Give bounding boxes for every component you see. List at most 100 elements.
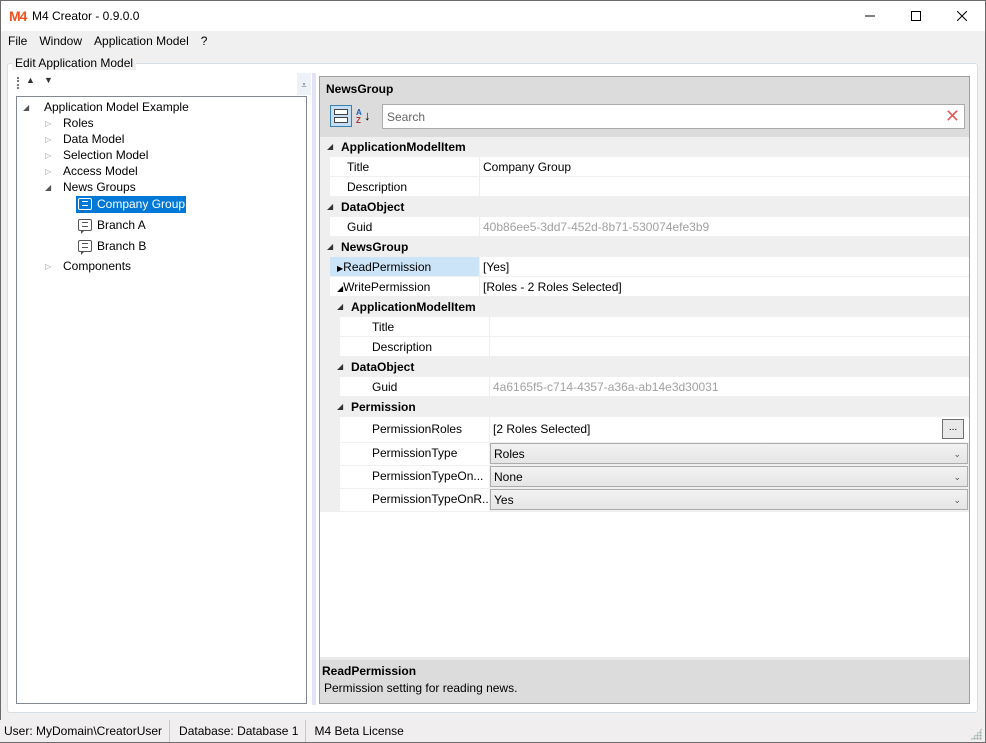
edit-roles-button[interactable]: ... xyxy=(942,419,964,439)
tree-node-news-groups[interactable]: ◢ News Groups xyxy=(45,179,136,196)
status-database: Database: Database 1 xyxy=(170,720,307,742)
menu-bar: File Window Application Model ? xyxy=(1,31,985,51)
collapse-icon[interactable]: ◢ xyxy=(327,137,333,157)
collapsed-arrow-icon[interactable]: ▷ xyxy=(45,163,51,180)
panel-splitter[interactable] xyxy=(312,73,316,705)
permission-type-select[interactable]: Roles ⌄ xyxy=(490,443,968,464)
prop-write-permission-value[interactable]: [Roles - 2 Roles Selected] xyxy=(480,277,969,296)
expanded-arrow-icon[interactable]: ◢ xyxy=(45,179,51,196)
tree-toolbar: ▲ ▼ ⩡ xyxy=(14,73,312,95)
toolbar-grip-icon[interactable] xyxy=(17,77,19,89)
property-search-input[interactable] xyxy=(383,105,923,128)
minimize-icon xyxy=(865,15,875,17)
prop-guid[interactable]: Guid 40b86ee5-3dd7-452d-8b71-530074efe3b… xyxy=(320,217,969,237)
close-button[interactable] xyxy=(939,1,985,31)
property-grid-header: NewsGroup A Z ↓ ✕ xyxy=(320,77,969,145)
prop-read-permission-name: ▶ReadPermission xyxy=(330,257,479,276)
status-bar: User: MyDomain\CreatorUser Database: Dat… xyxy=(0,720,984,742)
prop-permission-type-on-r[interactable]: PermissionTypeOnR... Yes ⌄ xyxy=(320,489,969,512)
prop-permission-roles-value[interactable]: [2 Roles Selected] ... xyxy=(490,417,969,442)
collapse-icon[interactable]: ◢ xyxy=(327,197,333,217)
permission-type-on-r-select[interactable]: Yes ⌄ xyxy=(490,489,968,510)
clear-search-icon[interactable]: ✕ xyxy=(945,106,960,126)
move-up-button[interactable]: ▲ xyxy=(26,75,35,85)
property-grid-title: NewsGroup xyxy=(326,82,394,96)
group-label: Edit Application Model xyxy=(12,56,137,70)
tree-node-branch-a[interactable]: Branch A xyxy=(76,217,146,234)
menu-file[interactable]: File xyxy=(1,31,32,51)
prop-description[interactable]: Description xyxy=(320,177,969,197)
description-title: ReadPermission xyxy=(322,664,417,678)
category-data-object[interactable]: ◢ DataObject xyxy=(320,197,969,217)
prop-nested-title-value[interactable] xyxy=(490,317,969,336)
menu-help[interactable]: ? xyxy=(194,31,213,51)
news-group-icon xyxy=(78,219,92,234)
collapsed-arrow-icon[interactable]: ▷ xyxy=(45,131,51,148)
category-nested-application-model-item[interactable]: ◢ ApplicationModelItem xyxy=(320,297,969,317)
category-news-group[interactable]: ◢ NewsGroup xyxy=(320,237,969,257)
sort-arrow-icon: ↓ xyxy=(364,108,371,123)
category-permission[interactable]: ◢ Permission xyxy=(320,397,969,417)
property-description-panel: ReadPermission Permission setting for re… xyxy=(320,657,969,703)
prop-write-permission-name: ◢WritePermission xyxy=(330,277,479,296)
prop-nested-guid[interactable]: Guid 4a6165f5-c714-4357-a36a-ab14e3d3003… xyxy=(320,377,969,397)
application-model-tree: ◢ Application Model Example ▷ Roles ▷ Da… xyxy=(16,96,307,704)
collapse-icon[interactable]: ◢ xyxy=(337,397,343,417)
menu-window[interactable]: Window xyxy=(32,31,87,51)
status-user: User: MyDomain\CreatorUser xyxy=(0,720,171,742)
permission-type-on-select[interactable]: None ⌄ xyxy=(490,466,968,487)
tree-node-root[interactable]: ◢ Application Model Example xyxy=(23,99,189,116)
prop-permission-roles[interactable]: PermissionRoles [2 Roles Selected] ... xyxy=(320,417,969,443)
collapse-icon[interactable]: ◢ xyxy=(327,237,333,257)
collapsed-arrow-icon[interactable]: ▷ xyxy=(45,147,51,164)
maximize-icon xyxy=(911,11,921,21)
property-rows: ◢ ApplicationModelItem Title Company Gro… xyxy=(320,137,969,512)
categorized-view-button[interactable] xyxy=(330,105,352,127)
tree-node-components[interactable]: ▷ Components xyxy=(45,258,131,275)
prop-title-value[interactable]: Company Group xyxy=(480,157,969,176)
collapse-icon[interactable]: ◢ xyxy=(337,357,343,377)
description-text: Permission setting for reading news. xyxy=(324,681,518,695)
tree-node-selection-model[interactable]: ▷ Selection Model xyxy=(45,147,148,164)
prop-permission-type[interactable]: PermissionType Roles ⌄ xyxy=(320,443,969,466)
prop-nested-description[interactable]: Description xyxy=(320,337,969,357)
sort-az-icon-part: Z xyxy=(356,116,361,125)
prop-nested-description-value[interactable] xyxy=(490,337,969,356)
category-application-model-item[interactable]: ◢ ApplicationModelItem xyxy=(320,137,969,157)
prop-read-permission-value[interactable]: [Yes] xyxy=(480,257,969,276)
tree-node-company-group[interactable]: Company Group xyxy=(76,196,187,213)
chevron-down-icon: ⌄ xyxy=(953,495,961,505)
alphabetical-sort-button[interactable]: A Z ↓ xyxy=(354,106,376,128)
toolbar-overflow-button[interactable]: ⩡ xyxy=(297,73,311,95)
move-down-button[interactable]: ▼ xyxy=(44,75,53,85)
category-nested-data-object[interactable]: ◢ DataObject xyxy=(320,357,969,377)
collapsed-arrow-icon[interactable]: ▷ xyxy=(45,115,51,132)
prop-permission-type-on[interactable]: PermissionTypeOn... None ⌄ xyxy=(320,466,969,489)
prop-title[interactable]: Title Company Group xyxy=(320,157,969,177)
prop-nested-title[interactable]: Title xyxy=(320,317,969,337)
title-bar: M4 M4 Creator - 0.9.0.0 xyxy=(1,1,985,31)
tree-node-data-model[interactable]: ▷ Data Model xyxy=(45,131,124,148)
expanded-arrow-icon[interactable]: ◢ xyxy=(23,99,29,116)
maximize-button[interactable] xyxy=(893,1,939,31)
tree-node-access-model[interactable]: ▷ Access Model xyxy=(45,163,138,180)
close-icon xyxy=(957,11,967,21)
property-grid: NewsGroup A Z ↓ ✕ ◢ ApplicationModelItem… xyxy=(319,76,970,704)
collapse-icon[interactable]: ◢ xyxy=(337,297,343,317)
resize-grip-icon[interactable] xyxy=(970,728,982,740)
prop-description-value[interactable] xyxy=(480,177,969,196)
tree-node-branch-b[interactable]: Branch B xyxy=(76,238,146,255)
prop-read-permission[interactable]: ▶ReadPermission [Yes] xyxy=(320,257,969,277)
minimize-button[interactable] xyxy=(847,1,893,31)
status-license: M4 Beta License xyxy=(314,724,404,738)
news-group-icon xyxy=(78,240,92,255)
collapsed-arrow-icon[interactable]: ▷ xyxy=(45,258,51,275)
prop-guid-value: 40b86ee5-3dd7-452d-8b71-530074efe3b9 xyxy=(480,217,969,236)
categorized-icon-part xyxy=(334,117,348,123)
chevron-down-icon: ⌄ xyxy=(953,472,961,482)
window-title: M4 Creator - 0.9.0.0 xyxy=(32,9,140,23)
menu-application-model[interactable]: Application Model xyxy=(87,31,194,51)
tree-node-roles[interactable]: ▷ Roles xyxy=(45,115,94,132)
prop-write-permission[interactable]: ◢WritePermission [Roles - 2 Roles Select… xyxy=(320,277,969,297)
categorized-icon xyxy=(334,109,348,115)
